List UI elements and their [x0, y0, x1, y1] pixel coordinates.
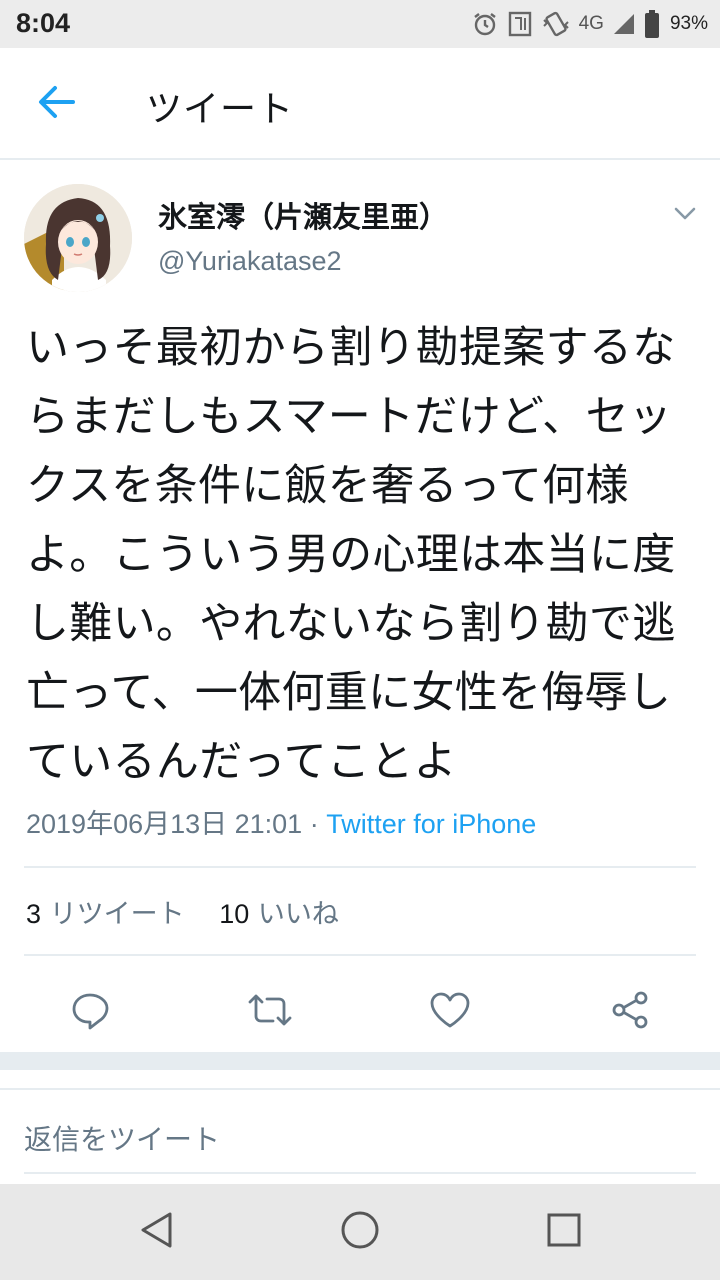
- battery-icon: [644, 9, 660, 39]
- divider: [24, 866, 696, 868]
- more-options-button[interactable]: [668, 200, 702, 230]
- like-button[interactable]: [424, 986, 476, 1038]
- navigation-bar: [0, 1184, 720, 1280]
- like-count: 10: [219, 899, 250, 929]
- reply-icon: [70, 990, 110, 1034]
- divider: [24, 954, 696, 956]
- retweet-stat[interactable]: 3 リツイート: [26, 899, 185, 930]
- arrow-left-icon: [37, 85, 75, 123]
- timestamp: 2019年06月13日 21:01: [26, 809, 303, 839]
- retweet-icon: [246, 992, 294, 1032]
- like-icon: [429, 991, 471, 1033]
- signal-icon: [612, 12, 636, 36]
- chevron-down-icon: [674, 206, 696, 225]
- nav-recents-button[interactable]: [538, 1206, 590, 1258]
- share-icon: [610, 990, 650, 1034]
- tweet-text: いっそ最初から割り勘提案するならまだしもスマートだけど、セックスを条件に飯を奢る…: [26, 323, 676, 787]
- back-triangle-icon: [138, 1210, 174, 1254]
- divider: [0, 1088, 720, 1090]
- battery-percent: 93%: [669, 13, 708, 34]
- like-stat[interactable]: 10 いいね: [219, 899, 339, 930]
- meta-separator: ·: [302, 809, 327, 839]
- back-button[interactable]: [30, 78, 82, 130]
- page-title: ツイート: [146, 89, 295, 130]
- status-time: 8:04: [16, 8, 71, 38]
- divider: [24, 1172, 696, 1174]
- share-button[interactable]: [604, 986, 656, 1038]
- retweet-button[interactable]: [244, 986, 296, 1038]
- retweet-count: 3: [26, 899, 42, 929]
- app-header: ツイート: [0, 48, 720, 160]
- source-link[interactable]: Twitter for iPhone: [326, 809, 536, 839]
- display-name[interactable]: 氷室澪（片瀬友里亜）: [158, 194, 448, 236]
- nfc-icon: [507, 10, 533, 38]
- like-label: いいね: [257, 899, 339, 930]
- section-separator: [0, 1052, 720, 1070]
- alarm-icon: [471, 10, 499, 38]
- network-type: 4G: [578, 13, 604, 34]
- tweet-stats: 3 リツイート 10 いいね: [26, 892, 365, 931]
- nav-back-button[interactable]: [130, 1206, 182, 1258]
- reply-input[interactable]: 返信をツイート: [24, 1118, 220, 1158]
- recents-square-icon: [546, 1212, 582, 1252]
- avatar[interactable]: [24, 184, 132, 292]
- reply-button[interactable]: [64, 986, 116, 1038]
- retweet-label: リツイート: [49, 899, 185, 930]
- username[interactable]: @Yuriakatase2: [158, 246, 342, 277]
- vibrate-icon: [541, 10, 571, 38]
- home-circle-icon: [339, 1209, 381, 1255]
- nav-home-button[interactable]: [334, 1206, 386, 1258]
- tweet-actions: [0, 978, 720, 1048]
- status-icons: 4G 93%: [471, 6, 708, 42]
- tweet-meta: 2019年06月13日 21:01 · Twitter for iPhone: [26, 802, 536, 841]
- status-bar: 8:04 4G 93%: [0, 0, 720, 48]
